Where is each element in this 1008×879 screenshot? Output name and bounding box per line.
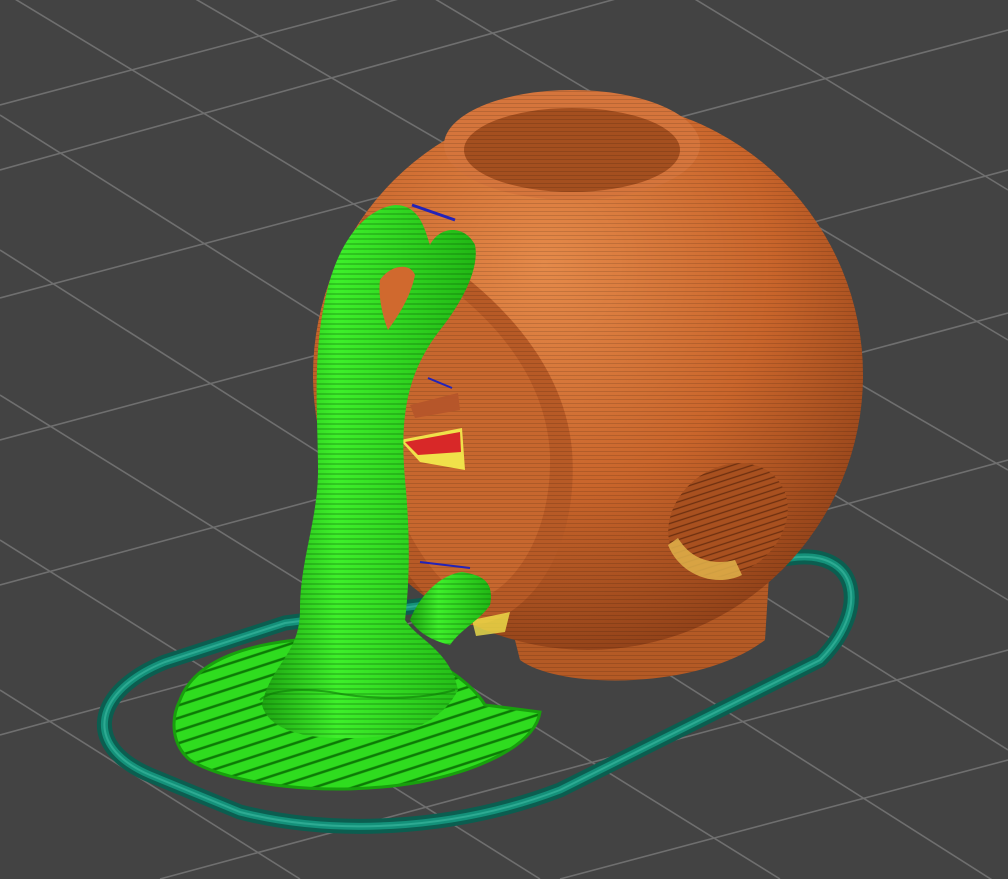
slicer-scene[interactable]	[0, 0, 1008, 879]
3d-preview-viewport[interactable]	[0, 0, 1008, 879]
